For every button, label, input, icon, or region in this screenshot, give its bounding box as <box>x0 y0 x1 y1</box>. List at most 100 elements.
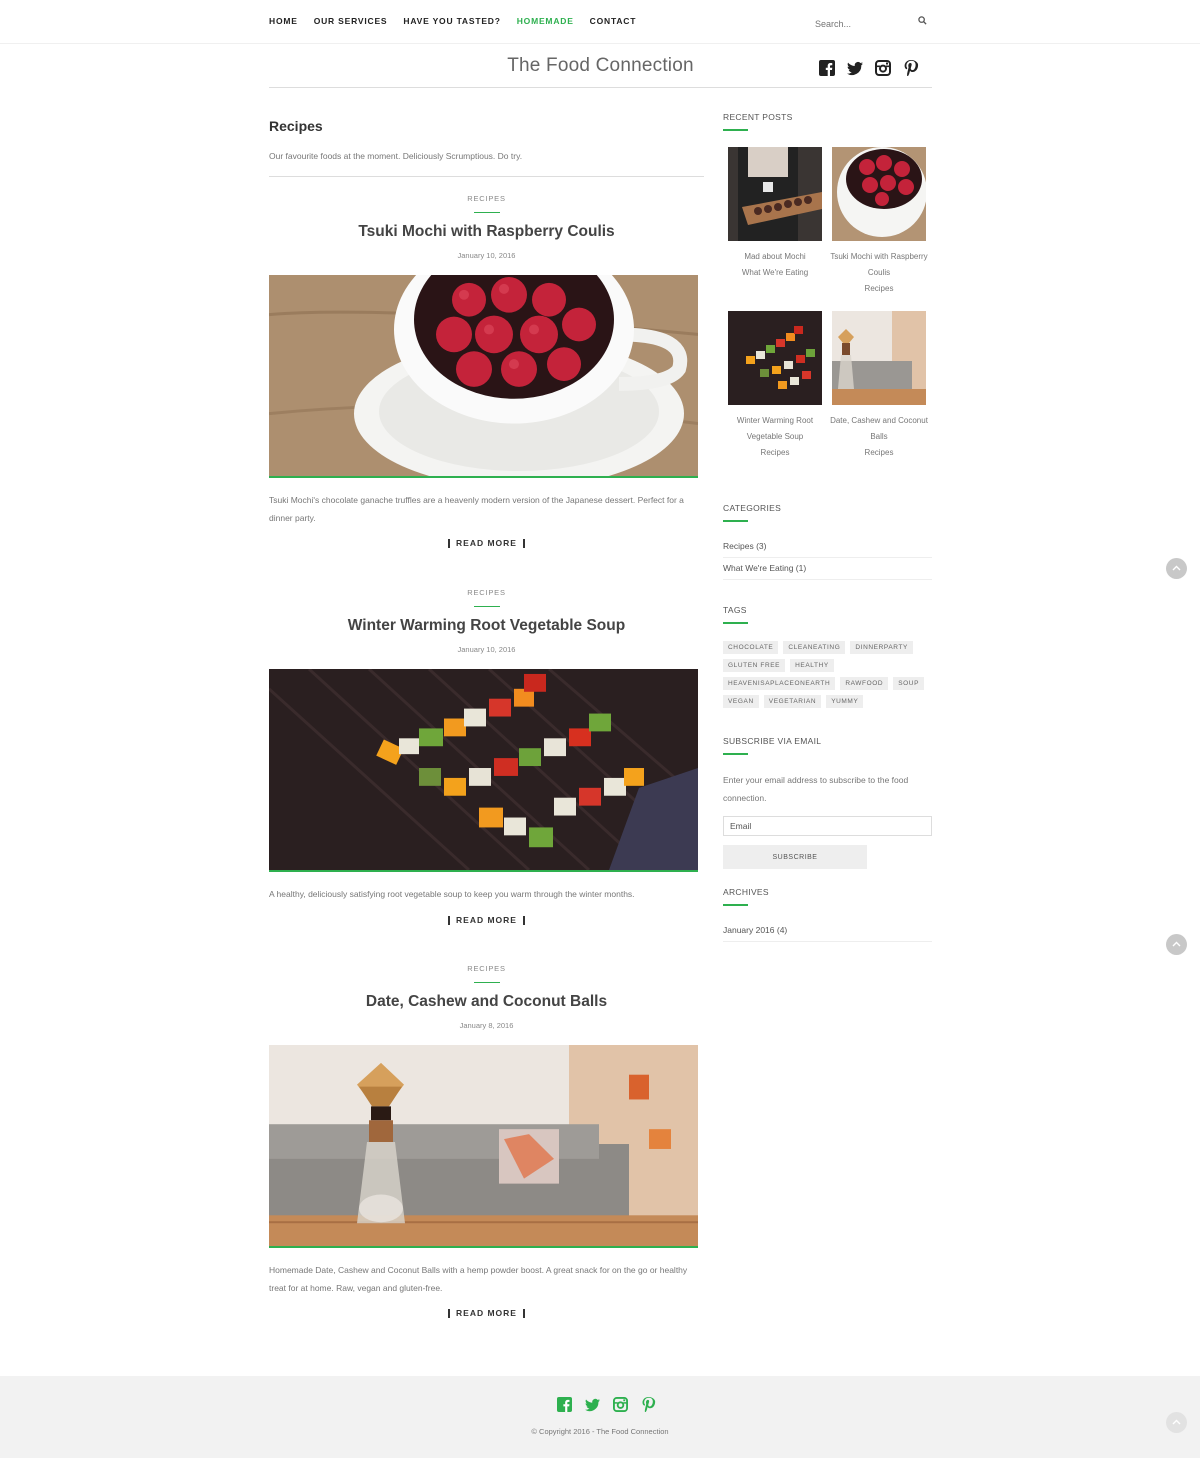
instagram-icon[interactable] <box>613 1397 628 1412</box>
subscribe-widget: SUBSCRIBE VIA EMAIL Enter your email add… <box>723 736 932 869</box>
post-image-vegetable-skewers[interactable] <box>269 669 698 872</box>
widget-title: RECENT POSTS <box>723 112 793 122</box>
copyright-text: © Copyright 2016 - The Food Connection <box>531 1427 669 1436</box>
post-image-raspberries[interactable] <box>269 275 698 478</box>
tag-link[interactable]: SOUP <box>893 677 925 690</box>
tag-link[interactable]: CLEANEATING <box>783 641 846 654</box>
tag-link[interactable]: HEALTHY <box>790 659 834 672</box>
archive-link[interactable]: January 2016 (4) <box>723 920 932 942</box>
chevron-up-icon <box>1172 1419 1181 1425</box>
recent-posts-grid: Mad about Mochi What We're Eating Tsuki … <box>723 147 932 461</box>
search-input[interactable] <box>815 19 915 29</box>
read-more-button[interactable]: READ MORE <box>448 1309 525 1318</box>
subscribe-button[interactable]: SUBSCRIBE <box>723 845 867 869</box>
nav-item-our-services[interactable]: OUR SERVICES <box>314 16 388 26</box>
nav-item-have-you-tasted[interactable]: HAVE YOU TASTED? <box>403 16 500 26</box>
main-content: Recipes Our favourite foods at the momen… <box>269 112 704 1318</box>
post-category[interactable]: RECIPES <box>467 194 506 203</box>
page-description: Our favourite foods at the moment. Delic… <box>269 151 704 177</box>
page-title: Recipes <box>269 118 323 134</box>
tag-link[interactable]: VEGAN <box>723 695 759 708</box>
recent-posts-widget: RECENT POSTS Mad about Mochi What We're … <box>723 112 932 461</box>
tag-link[interactable]: VEGETARIAN <box>763 695 822 708</box>
post-date: January 8, 2016 <box>459 1021 514 1030</box>
scroll-to-top-button[interactable] <box>1166 558 1187 579</box>
header-social-links <box>819 60 919 76</box>
scroll-to-top-button[interactable] <box>1166 934 1187 955</box>
category-link[interactable]: What We're Eating (1) <box>723 558 932 580</box>
widget-title-underline <box>723 904 748 906</box>
nav-item-homemade[interactable]: HOMEMADE <box>517 16 574 26</box>
archive-list: January 2016 (4) <box>723 920 932 942</box>
email-field[interactable] <box>723 816 932 836</box>
recent-post-title[interactable]: Tsuki Mochi with Raspberry Coulis <box>827 249 931 281</box>
category-list: Recipes (3) What We're Eating (1) <box>723 536 932 580</box>
tag-link[interactable]: YUMMY <box>826 695 864 708</box>
recent-post-category[interactable]: Recipes <box>827 281 931 297</box>
facebook-icon[interactable] <box>557 1397 572 1412</box>
sidebar: RECENT POSTS Mad about Mochi What We're … <box>723 112 932 942</box>
post-date: January 10, 2016 <box>457 251 516 260</box>
pinterest-icon[interactable] <box>641 1397 656 1412</box>
widget-title-underline <box>723 753 748 755</box>
twitter-icon[interactable] <box>585 1397 600 1412</box>
widget-title-underline <box>723 622 748 624</box>
recent-post-item[interactable]: Date, Cashew and Coconut Balls Recipes <box>827 311 931 461</box>
scroll-to-top-button[interactable] <box>1166 1412 1187 1433</box>
tag-cloud: CHOCOLATE CLEANEATING DINNERPARTY GLUTEN… <box>723 641 932 708</box>
widget-title: ARCHIVES <box>723 887 769 897</box>
read-more-button[interactable]: READ MORE <box>448 539 525 548</box>
search-icon[interactable] <box>918 16 927 25</box>
recent-post-item[interactable]: Mad about Mochi What We're Eating <box>723 147 827 297</box>
nav-item-contact[interactable]: CONTACT <box>590 16 637 26</box>
post-excerpt: Tsuki Mochi's chocolate ganache truffles… <box>269 495 684 523</box>
widget-title-underline <box>723 129 748 131</box>
post-date: January 10, 2016 <box>457 645 516 654</box>
recent-post-thumbnail[interactable] <box>832 311 926 405</box>
post-image-coffee-chemex[interactable] <box>269 1045 698 1248</box>
read-more-button[interactable]: READ MORE <box>448 915 525 925</box>
facebook-icon[interactable] <box>819 60 835 76</box>
twitter-icon[interactable] <box>847 60 863 76</box>
recent-post-title[interactable]: Mad about Mochi <box>723 249 827 265</box>
recent-post-thumbnail[interactable] <box>728 311 822 405</box>
post-title[interactable]: Tsuki Mochi with Raspberry Coulis <box>269 223 704 241</box>
widget-title: TAGS <box>723 605 747 615</box>
footer-social-links <box>557 1397 656 1412</box>
chevron-up-icon <box>1172 941 1181 947</box>
post-category[interactable]: RECIPES <box>467 964 506 973</box>
recent-post-item[interactable]: Winter Warming Root Vegetable Soup Recip… <box>723 311 827 461</box>
recent-post-category[interactable]: Recipes <box>723 445 827 461</box>
post-title[interactable]: Date, Cashew and Coconut Balls <box>269 993 704 1011</box>
recent-post-category[interactable]: Recipes <box>827 445 931 461</box>
site-header: The Food Connection <box>269 45 932 88</box>
category-link[interactable]: Recipes (3) <box>723 536 932 558</box>
recent-post-thumbnail[interactable] <box>832 147 926 241</box>
recent-post-title[interactable]: Winter Warming Root Vegetable Soup <box>723 413 827 445</box>
tag-link[interactable]: DINNERPARTY <box>850 641 913 654</box>
widget-title: SUBSCRIBE VIA EMAIL <box>723 736 822 746</box>
tag-link[interactable]: HEAVENISAPLACEONEARTH <box>723 677 836 690</box>
tag-link[interactable]: GLUTEN FREE <box>723 659 786 672</box>
pinterest-icon[interactable] <box>903 60 919 76</box>
category-underline <box>473 212 500 213</box>
tag-link[interactable]: RAWFOOD <box>840 677 889 690</box>
footer: © Copyright 2016 - The Food Connection <box>0 1376 1200 1458</box>
nav-item-home[interactable]: HOME <box>269 16 298 26</box>
main-menu: HOME OUR SERVICES HAVE YOU TASTED? HOMEM… <box>269 16 636 26</box>
tags-widget: TAGS CHOCOLATE CLEANEATING DINNERPARTY G… <box>723 605 932 708</box>
post-excerpt: A healthy, deliciously satisfying root v… <box>269 889 635 899</box>
categories-widget: CATEGORIES Recipes (3) What We're Eating… <box>723 503 932 580</box>
post-category[interactable]: RECIPES <box>467 588 506 597</box>
recent-post-title[interactable]: Date, Cashew and Coconut Balls <box>827 413 931 445</box>
top-navigation: HOME OUR SERVICES HAVE YOU TASTED? HOMEM… <box>0 0 1200 44</box>
post-excerpt: Homemade Date, Cashew and Coconut Balls … <box>269 1265 688 1293</box>
recent-post-thumbnail[interactable] <box>728 147 822 241</box>
recent-post-item[interactable]: Tsuki Mochi with Raspberry Coulis Recipe… <box>827 147 931 297</box>
widget-title: CATEGORIES <box>723 503 782 513</box>
instagram-icon[interactable] <box>875 60 891 76</box>
recent-post-category[interactable]: What We're Eating <box>723 265 827 281</box>
post-title[interactable]: Winter Warming Root Vegetable Soup <box>269 617 704 635</box>
tag-link[interactable]: CHOCOLATE <box>723 641 779 654</box>
post: RECIPES Tsuki Mochi with Raspberry Couli… <box>269 188 704 551</box>
